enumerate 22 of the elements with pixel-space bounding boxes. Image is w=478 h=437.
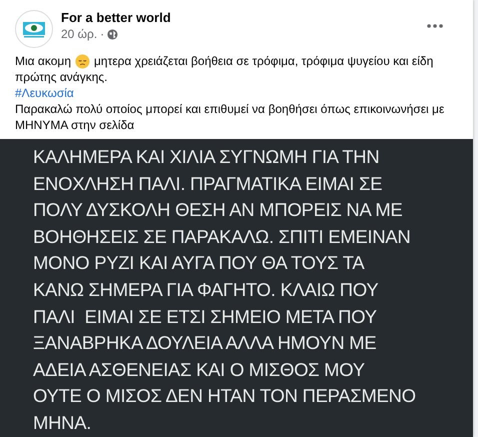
post-time[interactable]: 20 ώρ. [61,26,98,42]
emoji-icon [75,54,90,68]
post-text: Παρακαλώ πολύ οποίος μπορεί και επιθυμεί να βοηθήσει όπως επικοινωνήσει με ΜΗΝΥΜΑ στην σελίδα [15,101,446,133]
message-text-line: ΟΥΤΕ Ο ΜΙΣΟΣ ΔΕΝ ΗΤΑΝ ΤΟΝ ΠΕΡΑΣΜΕΝΟ [33,384,416,408]
message-text-line: ΕΝΟΧΛΗΣΗ ΠΑΛΙ. ΠΡΑΓΜΑΤΙΚΑ ΕΙΜΑΙ ΣΕ [33,172,382,196]
hashtag-link[interactable]: #Λευκωσία [15,86,74,100]
message-text-line: ΞΑΝΑΒΡΗΚΑ ΔΟΥΛΕΙΑ ΑΛΛΑ ΗΜΟΥΝ ΜΕ [33,331,376,356]
separator-dot: · [100,26,104,42]
message-text-line: ΚΑΛΗΜΕΡΑ ΚΑΙ ΧΙΛΙΑ ΣΥΓΝΩΜΗ ΓΙΑ ΤΗΝ [33,145,380,169]
message-text-line: ΜΟΝΟ ΡΥΖΙ ΚΑΙ ΑΥΓΑ ΠΟΥ ΘΑ ΤΟΥΣ ΤΑ [33,251,364,276]
message-text-line: ΒΟΗΘΗΣΕΙΣ ΣΕ ΠΑΡΑΚΑΛΩ. ΣΠΙΤΙ ΕΜΕΙΝΑΝ [33,224,410,249]
message-screenshot[interactable] [0,139,473,437]
author-name[interactable]: For a better world [61,10,417,26]
message-text-line: ΠΟΛΥ ΔΥΣΚΟΛΗ ΘΕΣΗ ΑΝ ΜΠΟΡΕΙΣ ΝΑ ΜΕ [33,198,402,222]
message-text-line: ΚΑΝΩ ΣΗΜΕΡΑ ΓΙΑ ΦΑΓΗΤΟ. ΚΛΑΙΩ ΠΟΥ [33,278,378,302]
message-text-line: ΑΔΕΙΑ ΑΣΘΕΝΕΙΑΣ ΚΑΙ Ο ΜΙΣΘΟΣ ΜΟΥ [33,358,365,382]
globe-icon [107,28,118,40]
post-text: Μια ακομη [15,53,71,69]
post-text: πρώτης ανάγκης. [15,69,109,85]
post-text: μητερα χρειάζεται βοήθεια σε τρόφιμα, τρόφιμα ψυγείου και είδη [94,53,434,69]
message-text-line: ΜΗΝΑ. [33,410,92,435]
message-text-line: ΠΑΛΙ ΕΙΜΑΙ ΣΕ ΕΤΣΙ ΣΗΜΕΙΟ ΜΕΤΑ ΠΟΥ [33,304,377,329]
